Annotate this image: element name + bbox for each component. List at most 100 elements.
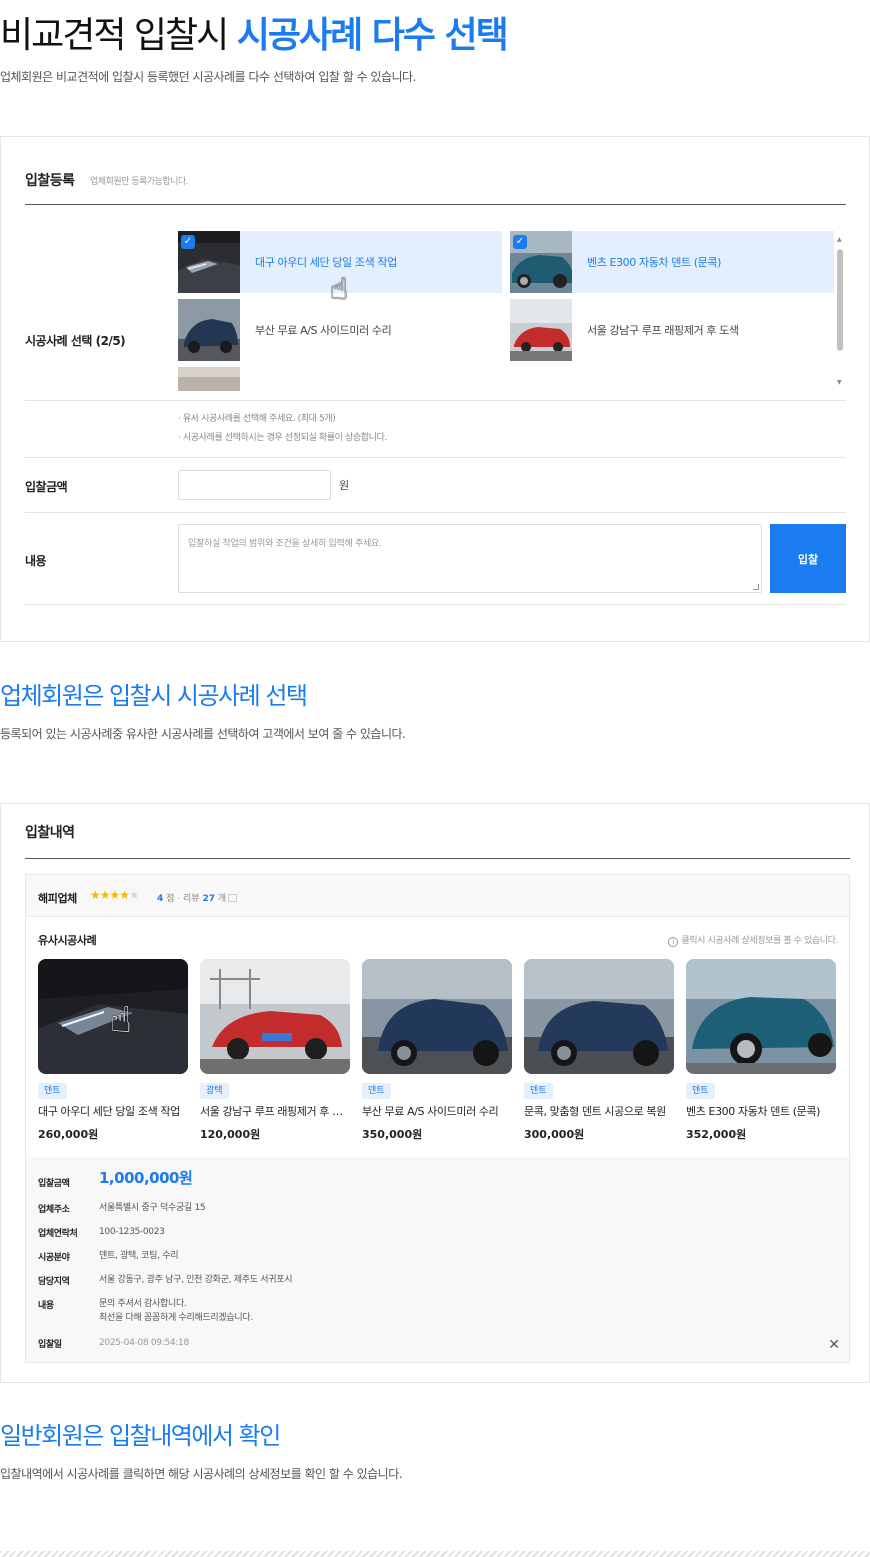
section1-title-plain: 비교견적 입찰시 [0,15,237,56]
similar-note-text: 클릭시 시공사례 상세정보를 볼 수 있습니다. [681,936,838,946]
similar-case-card[interactable]: 덴트 부산 무료 A/S 사이드미러 수리 350,000원 [362,959,512,1142]
case-item[interactable]: 서울 강남구 루프 래핑제거 후 도색 [510,299,834,361]
scroll-up-icon[interactable]: ▲ [837,236,842,243]
case-thumbnail: ✓ [510,231,572,293]
case-item-label: 벤츠 E300 자동차 덴트 (문콕) [587,256,721,269]
detail-content-line2: 최선을 다해 꼼꼼하게 수리해드리겠습니다. [99,1313,253,1323]
check-icon: ✓ [513,235,527,249]
similar-case-name[interactable]: 대구 아우디 세단 당일 조색 작업 [38,1103,188,1119]
detail-address: 서울특별시 중구 덕수궁길 15 [99,1203,206,1213]
divider [25,204,846,205]
bid-history-panel: 입찰내역 해피업체 ★★★★★ 4 점 · 리뷰 27 개 유사시공사례 i 클릭… [0,803,870,1383]
similar-case-card[interactable]: 덴트 벤츠 E300 자동차 덴트 (문콕) 352,000원 [686,959,836,1142]
case-thumbnail [178,299,240,361]
hand-cursor-icon: ☝ [330,272,349,307]
case-list[interactable]: ✓ 대구 아우디 세단 당일 조색 작업 ✓ 벤츠 E300 자동차 덴트 (문… [178,231,848,391]
rating-meta: 4 점 · 리뷰 27 개 [157,891,238,904]
content-label: 내용 [25,554,47,568]
divider [25,457,846,458]
rating-stars: ★★★★★ [90,888,140,902]
case-item[interactable]: 부산 무료 A/S 사이드미러 수리 [178,299,502,361]
detail-amount-label: 입찰금액 [38,1179,70,1189]
amount-unit: 원 [339,479,350,492]
similar-cases: 유사시공사례 i 클릭시 시공사례 상세정보를 볼 수 있습니다. ☝ 덴트 대구… [26,917,849,1157]
case-item-label: 대구 아우디 세단 당일 조색 작업 [255,256,397,269]
similar-case-price: 260,000원 [38,1128,99,1141]
detail-phone: 100-1235-0023 [99,1227,165,1237]
amount-label: 입찰금액 [25,480,68,494]
close-icon[interactable]: ✕ [828,1338,840,1352]
case-item[interactable]: ✓ 벤츠 E300 자동차 덴트 (문콕) [510,231,834,293]
section2-description: 등록되어 있는 시공사례중 유사한 시공사례를 선택하여 고객에서 보여 줄 수… [0,727,406,741]
detail-phone-label: 업체연락처 [38,1229,78,1239]
case-thumbnail [178,367,240,391]
similar-case-image[interactable]: ☝ [38,959,188,1074]
detail-content-label: 내용 [38,1301,54,1311]
case-hint-1: · 유사 시공사례를 선택해 주세요. (최대 5개) [178,414,336,424]
detail-field-label: 시공분야 [38,1253,70,1263]
similar-case-price: 120,000원 [200,1128,261,1141]
similar-case-card[interactable]: 덴트 문콕, 맞춤형 덴트 시공으로 복원 300,000원 [524,959,674,1142]
detail-address-label: 업체주소 [38,1205,70,1215]
divider [25,400,846,401]
company-name[interactable]: 해피업체 [38,890,77,906]
similar-case-name[interactable]: 서울 강남구 루프 래핑제거 후 도색 [200,1103,350,1119]
rating-suffix: 점 · 리뷰 [166,894,200,904]
case-item-label: 부산 무료 A/S 사이드미러 수리 [255,324,392,337]
case-item[interactable] [178,367,502,391]
check-icon: ✓ [181,235,195,249]
case-select-label: 시공사례 선택 (2/5) [25,334,126,348]
submit-bid-button[interactable]: 입찰 [770,524,846,593]
divider [25,858,850,859]
bid-card: 해피업체 ★★★★★ 4 점 · 리뷰 27 개 유사시공사례 i 클릭시 시공사… [25,874,850,1363]
detail-region: 서울 강동구, 광주 남구, 인천 강화군, 제주도 서귀포시 [99,1275,293,1285]
similar-case-card[interactable]: 광택 서울 강남구 루프 래핑제거 후 도색 120,000원 [200,959,350,1142]
similar-case-image[interactable] [362,959,512,1074]
similar-case-image[interactable] [524,959,674,1074]
scroll-down-icon[interactable]: ▼ [837,379,842,386]
detail-date-label: 입찰일 [38,1340,62,1350]
similar-case-price: 350,000원 [362,1128,423,1141]
case-item-label: 서울 강남구 루프 래핑제거 후 도색 [587,324,739,337]
similar-note: i 클릭시 시공사례 상세정보를 볼 수 있습니다. [668,933,838,947]
category-tag: 덴트 [38,1083,67,1099]
similar-case-price: 300,000원 [524,1128,585,1141]
section1-title: 비교견적 입찰시 시공사례 다수 선택 [0,6,509,58]
history-title: 입찰내역 [25,825,75,841]
register-subtitle: 업체회원만 등록가능합니다. [90,177,189,187]
detail-region-label: 담당지역 [38,1277,70,1287]
content-textarea[interactable]: 입찰하실 작업의 범위와 조건을 상세히 입력해 주세요. [178,524,762,593]
detail-content-line1: 문의 주셔서 감사합니다. [99,1299,187,1309]
category-tag: 덴트 [686,1083,715,1099]
divider [0,1551,870,1557]
star-icon: ★★★★ [90,888,130,902]
detail-date: 2025-04-08 09:54:18 [99,1338,189,1348]
divider [25,512,846,513]
similar-case-image[interactable] [686,959,836,1074]
review-suffix: 개 [217,894,227,904]
divider [25,604,846,605]
similar-case-name[interactable]: 부산 무료 A/S 사이드미러 수리 [362,1103,512,1119]
star-icon: ★ [129,888,140,902]
info-icon: i [668,937,679,947]
similar-case-name[interactable]: 벤츠 E300 자동차 덴트 (문콕) [686,1103,836,1119]
section1-description: 업체회원은 비교견적에 입찰시 등록했던 시공사례를 다수 선택하여 입찰 할 … [0,70,416,84]
register-title: 입찰등록 [25,173,75,189]
resize-handle-icon[interactable] [753,584,759,590]
section3-description: 입찰내역에서 시공사례를 클릭하면 해당 시공사례의 상세정보를 확인 할 수 … [0,1467,403,1481]
bid-detail: 입찰금액 1,000,000원 업체주소 서울특별시 중구 덕수궁길 15 업체… [26,1157,849,1362]
scrollbar[interactable] [837,249,843,351]
similar-case-name[interactable]: 문콕, 맞춤형 덴트 시공으로 복원 [524,1103,674,1119]
category-tag: 덴트 [524,1083,553,1099]
detail-field: 덴트, 광택, 코팅, 수리 [99,1251,179,1261]
bid-register-panel: 입찰등록 업체회원만 등록가능합니다. 시공사례 선택 (2/5) ✓ 대구 아… [0,136,870,642]
amount-input[interactable] [178,470,331,500]
case-hint-2: · 시공사례를 선택하시는 경우 선정되실 확률이 상승합니다. [178,433,387,443]
section2-title: 업체회원은 입찰시 시공사례 선택 [0,682,308,710]
hand-cursor-icon: ☝ [110,1000,132,1041]
bid-card-header: 해피업체 ★★★★★ 4 점 · 리뷰 27 개 [26,875,849,917]
similar-case-image[interactable] [200,959,350,1074]
review-count: 27 [202,894,215,904]
section1-title-highlight: 시공사례 다수 선택 [236,15,509,56]
similar-case-card[interactable]: ☝ 덴트 대구 아우디 세단 당일 조색 작업 260,000원 [38,959,188,1142]
